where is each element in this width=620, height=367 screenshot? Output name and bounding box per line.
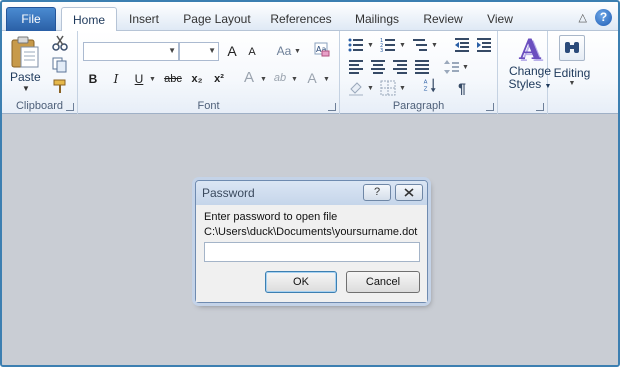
font-size-dropdown-icon[interactable]: ▼ [208, 46, 216, 55]
highlight-button[interactable]: ab [271, 69, 289, 87]
numbering-dropdown-icon[interactable]: ▼ [399, 42, 406, 49]
clear-formatting-icon[interactable]: Aa [314, 42, 330, 58]
increase-indent-icon[interactable] [476, 37, 492, 53]
multilevel-list-dropdown-icon[interactable]: ▼ [431, 42, 438, 49]
justify-icon[interactable] [414, 59, 430, 75]
svg-text:3: 3 [380, 48, 383, 53]
line-spacing-icon[interactable] [444, 59, 460, 75]
ribbon-tab-strip: File Home Insert Page Layout References … [2, 2, 618, 32]
change-styles-icon: A [519, 33, 541, 66]
dialog-titlebar[interactable]: Password ? [196, 181, 427, 205]
change-styles-label-2: Styles ▼ [508, 77, 552, 91]
password-dialog: Password ? Enter password to open file C… [195, 180, 428, 303]
paragraph-group-label: Paragraph [392, 100, 445, 112]
svg-text:Z: Z [424, 87, 428, 93]
shading-icon[interactable] [348, 80, 364, 96]
dialog-help-button[interactable]: ? [363, 184, 391, 201]
tab-mailings[interactable]: Mailings [346, 7, 408, 31]
file-path: C:\Users\duck\Documents\yoursurname.dot [204, 226, 418, 238]
cancel-button[interactable]: Cancel [346, 271, 420, 293]
minimize-ribbon-icon[interactable]: △ [579, 11, 587, 24]
text-effects-button[interactable]: A [241, 69, 257, 87]
styles-launcher-icon[interactable] [536, 103, 544, 111]
text-effects-dropdown-icon[interactable]: ▼ [260, 76, 267, 83]
close-icon [404, 188, 414, 197]
binoculars-icon [559, 35, 585, 61]
tab-insert[interactable]: Insert [120, 7, 168, 31]
dialog-title: Password [202, 186, 255, 200]
tab-page-layout[interactable]: Page Layout [178, 7, 256, 31]
font-color-button[interactable]: A [304, 69, 320, 87]
multilevel-list-icon[interactable] [412, 37, 428, 53]
group-paragraph: ▼ 1 2 3 ▼ ▼ ▼ ▼ ▼ A Z ¶ Paragraph [340, 31, 498, 114]
tab-references[interactable]: References [266, 7, 336, 31]
subscript-button[interactable]: x₂ [188, 70, 206, 88]
paste-icon[interactable] [10, 35, 40, 69]
password-input[interactable] [204, 242, 420, 262]
tab-view[interactable]: View [478, 7, 522, 31]
borders-dropdown-icon[interactable]: ▼ [399, 85, 406, 92]
font-size-combo[interactable]: ▼ [179, 42, 219, 61]
dialog-close-button[interactable] [395, 184, 423, 201]
shading-dropdown-icon[interactable]: ▼ [367, 85, 374, 92]
underline-dropdown-icon[interactable]: ▼ [149, 76, 156, 83]
editing-button[interactable]: Editing ▼ [551, 35, 593, 95]
font-name-combo[interactable]: ▼ [83, 42, 179, 61]
shrink-font-button[interactable]: A [244, 43, 260, 61]
italic-button[interactable]: I [108, 70, 124, 88]
paste-dropdown-icon[interactable]: ▼ [22, 84, 30, 93]
show-formatting-button[interactable]: ¶ [454, 79, 470, 97]
tab-file[interactable]: File [6, 7, 56, 31]
editing-label: Editing [553, 66, 591, 80]
svg-text:A: A [424, 79, 428, 85]
decrease-indent-icon[interactable] [454, 37, 470, 53]
align-right-icon[interactable] [392, 59, 408, 75]
underline-button[interactable]: U [131, 70, 147, 88]
cut-icon[interactable] [52, 35, 68, 51]
change-case-button[interactable]: Aa [273, 42, 295, 60]
ribbon-home: Paste ▼ Clipboard ▼ ▼ A A Aa ▼ Aa B I U … [2, 31, 618, 114]
superscript-button[interactable]: x² [210, 70, 228, 88]
highlight-dropdown-icon[interactable]: ▼ [291, 76, 298, 83]
font-name-dropdown-icon[interactable]: ▼ [168, 46, 176, 55]
ok-button[interactable]: OK [265, 271, 337, 293]
ribbon-controls: △ ? [579, 8, 612, 26]
align-left-icon[interactable] [348, 59, 364, 75]
bullets-dropdown-icon[interactable]: ▼ [367, 42, 374, 49]
help-icon[interactable]: ? [595, 8, 612, 26]
bold-button[interactable]: B [85, 70, 101, 88]
change-styles-button[interactable]: A Change Styles ▼ [505, 35, 555, 95]
borders-icon[interactable] [380, 80, 396, 96]
paragraph-launcher-icon[interactable] [486, 103, 494, 111]
copy-icon[interactable] [52, 57, 68, 73]
line-spacing-dropdown-icon[interactable]: ▼ [462, 64, 469, 71]
format-painter-icon[interactable] [52, 78, 68, 94]
dialog-body: Enter password to open file C:\Users\duc… [196, 205, 427, 302]
strikethrough-button[interactable]: abc [162, 70, 184, 88]
font-group-label: Font [197, 100, 220, 112]
bullets-icon[interactable] [348, 37, 364, 53]
clipboard-launcher-icon[interactable] [66, 103, 74, 111]
font-color-dropdown-icon[interactable]: ▼ [323, 76, 330, 83]
font-launcher-icon[interactable] [328, 103, 336, 111]
numbering-icon[interactable]: 1 2 3 [380, 37, 396, 53]
group-font: ▼ ▼ A A Aa ▼ Aa B I U ▼ abc x₂ x² A ▼ ab… [78, 31, 340, 114]
group-clipboard: Paste ▼ Clipboard [2, 31, 78, 114]
grow-font-button[interactable]: A [224, 42, 240, 60]
change-case-dropdown-icon[interactable]: ▼ [294, 48, 301, 55]
align-center-icon[interactable] [370, 59, 386, 75]
tab-review[interactable]: Review [416, 7, 470, 31]
editing-dropdown-icon: ▼ [568, 80, 576, 87]
password-prompt: Enter password to open file [204, 211, 338, 223]
sort-icon[interactable]: A Z [422, 77, 438, 93]
word-window: File Home Insert Page Layout References … [0, 0, 620, 367]
tab-home[interactable]: Home [61, 7, 117, 32]
paste-button[interactable]: Paste [10, 70, 41, 84]
